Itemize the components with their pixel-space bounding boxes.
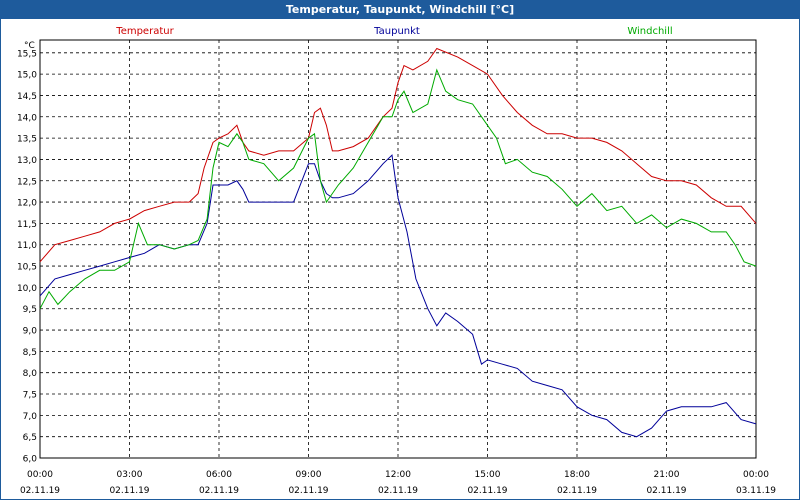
x-tick-date: 02.11.19	[109, 486, 149, 496]
x-tick-date: 02.11.19	[20, 486, 60, 496]
x-tick-time: 00:00	[743, 470, 769, 480]
legend-windchill: Windchill	[627, 26, 672, 37]
y-tick-label: 14,5	[17, 92, 37, 102]
y-tick-label: 7,5	[23, 391, 37, 401]
x-tick-time: 15:00	[475, 470, 501, 480]
x-tick-time: 18:00	[564, 470, 590, 480]
y-tick-label: 11,0	[17, 241, 37, 251]
y-tick-label: 7,0	[23, 412, 38, 422]
legend-taupunkt: Taupunkt	[373, 26, 420, 37]
y-tick-label: 12,0	[17, 199, 37, 209]
x-tick-time: 03:00	[117, 470, 143, 480]
chart: 6,0 6,5 7,0 7,5 8,0 8,5 9,0 9,5 10,0 10,5 11,0 11,5…	[17, 26, 776, 496]
y-tick-label: 6,5	[23, 433, 37, 443]
x-tick-date: 02.11.19	[646, 486, 686, 496]
x-tick-date: 02.11.19	[288, 486, 328, 496]
y-tick-label: 15,0	[17, 71, 37, 81]
y-tick-label: 10,5	[17, 263, 37, 273]
x-tick-time: 21:00	[654, 470, 680, 480]
x-tick-date: 02.11.19	[467, 486, 507, 496]
y-tick-label: 6,0	[23, 455, 38, 465]
x-tick-time: 00:00	[27, 470, 53, 480]
y-tick-label: 9,0	[23, 327, 38, 337]
x-tick-date: 02.11.19	[378, 486, 418, 496]
x-tick-time: 06:00	[206, 470, 232, 480]
x-tick-date: 02.11.19	[557, 486, 597, 496]
y-tick-label: 11,5	[17, 220, 37, 230]
y-tick-label: 8,5	[23, 348, 37, 358]
y-axis-label: °C	[24, 41, 35, 51]
y-tick-label: 14,0	[17, 113, 37, 123]
x-tick-time: 12:00	[385, 470, 411, 480]
y-tick-label: 13,5	[17, 135, 37, 145]
y-tick-label: 10,0	[17, 284, 37, 294]
legend-temperatur: Temperatur	[115, 26, 174, 37]
y-tick-label: 12,5	[17, 177, 37, 187]
y-tick-label: 9,5	[23, 305, 37, 315]
y-tick-label: 13,0	[17, 156, 37, 166]
x-tick-time: 09:00	[296, 470, 322, 480]
x-tick-date: 03.11.19	[736, 486, 776, 496]
x-tick-date: 02.11.19	[199, 486, 239, 496]
y-tick-label: 8,0	[23, 369, 38, 379]
